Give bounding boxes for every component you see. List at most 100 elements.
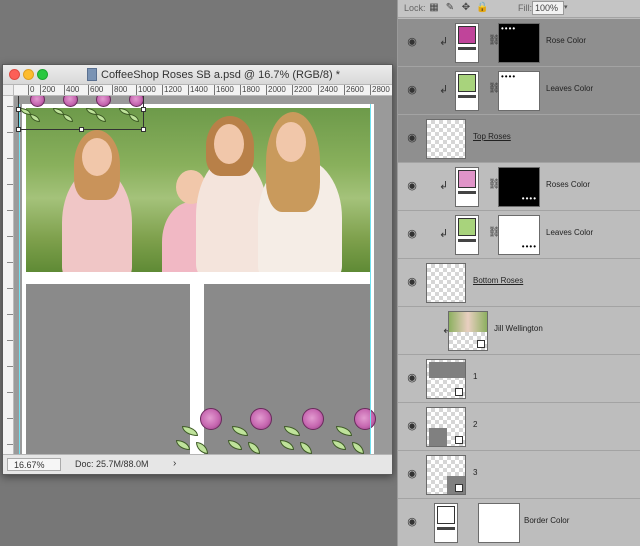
fill-layer-thumbnail[interactable] bbox=[455, 215, 479, 255]
shape-badge-icon bbox=[455, 484, 463, 492]
ruler-label: 1600 bbox=[214, 85, 234, 95]
layer-row-shape-2[interactable]: ◉ 2 bbox=[398, 403, 640, 451]
color-swatch bbox=[458, 74, 476, 92]
layer-thumbnail[interactable] bbox=[426, 455, 466, 495]
mask-dots: •••• bbox=[501, 24, 517, 33]
ruler-label: 600 bbox=[87, 85, 104, 95]
vertical-ruler[interactable] bbox=[3, 96, 14, 454]
eye-icon[interactable]: ◉ bbox=[406, 84, 418, 96]
rose-bloom bbox=[354, 408, 376, 430]
ruler-tick bbox=[7, 392, 13, 393]
eye-icon[interactable]: ◉ bbox=[406, 372, 418, 384]
transform-bounding-box[interactable] bbox=[16, 96, 146, 132]
layer-name: Roses Color bbox=[546, 180, 591, 189]
fill-layer-thumbnail[interactable] bbox=[455, 71, 479, 111]
transform-handle[interactable] bbox=[141, 107, 146, 112]
guide-line[interactable] bbox=[370, 104, 371, 454]
layer-mask-thumbnail[interactable]: •••• bbox=[498, 23, 540, 63]
eye-icon[interactable]: ◉ bbox=[406, 228, 418, 240]
fill-layer-thumbnail[interactable] bbox=[455, 167, 479, 207]
eye-icon[interactable]: ◉ bbox=[406, 516, 418, 528]
layer-thumbnail[interactable] bbox=[426, 263, 466, 303]
layer-name: Rose Color bbox=[546, 36, 587, 45]
transform-handle[interactable] bbox=[79, 127, 84, 132]
zoom-level-field[interactable]: 16.67% bbox=[7, 458, 61, 471]
eye-icon[interactable]: ◉ bbox=[406, 36, 418, 48]
photo-layer-thumbnail[interactable] bbox=[448, 311, 488, 351]
document-window[interactable]: CoffeeShop Roses SB a.psd @ 16.7% (RGB/8… bbox=[2, 64, 393, 475]
layer-mask-thumbnail[interactable] bbox=[478, 503, 520, 543]
rose-leaf bbox=[182, 426, 198, 436]
rose-leaf bbox=[336, 426, 352, 436]
scrapbook-page[interactable] bbox=[19, 104, 376, 454]
layers-panel[interactable]: Lock: ▦ ✎ ✥ 🔒 Fill: 100% ▾ ◉ ↲ ⛓ •••• Ro… bbox=[397, 0, 640, 546]
document-size-info[interactable]: Doc: 25.7M/88.0M bbox=[75, 459, 149, 469]
close-window-button[interactable] bbox=[9, 69, 20, 80]
layer-row-rose-color[interactable]: ◉ ↲ ⛓ •••• Rose Color bbox=[398, 19, 640, 67]
layer-row-jill-wellington[interactable]: ↲ Jill Wellington bbox=[398, 307, 640, 355]
layer-thumbnail[interactable] bbox=[426, 359, 466, 399]
rose-ornament bbox=[278, 402, 330, 454]
transform-handle[interactable] bbox=[16, 107, 21, 112]
layer-thumbnail[interactable] bbox=[426, 407, 466, 447]
fill-label: Fill: bbox=[518, 3, 532, 13]
ruler-label: 0 bbox=[27, 85, 35, 95]
ruler-tick bbox=[7, 314, 13, 315]
ruler-label: 1400 bbox=[188, 85, 208, 95]
brush-lock-icon[interactable]: ✎ bbox=[444, 2, 456, 14]
fill-opacity-input[interactable]: 100% bbox=[532, 1, 564, 15]
layer-mask-thumbnail[interactable]: •••• bbox=[498, 167, 540, 207]
transform-handle[interactable] bbox=[16, 127, 21, 132]
fill-layer-thumbnail[interactable] bbox=[455, 23, 479, 63]
horizontal-ruler[interactable]: 0 200 400 600 800 1000 1200 1400 1600 18… bbox=[14, 85, 392, 96]
layer-row-leaves-color-2[interactable]: ◉ ↲ ⛓ •••• Leaves Color bbox=[398, 211, 640, 259]
layer-row-shape-3[interactable]: ◉ 3 bbox=[398, 451, 640, 499]
layer-row-bottom-roses[interactable]: ◉ Bottom Roses bbox=[398, 259, 640, 307]
shape-preview bbox=[429, 428, 447, 446]
thumbnail-bar bbox=[458, 191, 476, 194]
transparency-lock-icon[interactable]: ▦ bbox=[428, 2, 440, 14]
ruler-tick bbox=[7, 158, 13, 159]
transform-handle[interactable] bbox=[141, 127, 146, 132]
zoom-window-button[interactable] bbox=[37, 69, 48, 80]
layer-thumbnail[interactable] bbox=[426, 119, 466, 159]
layer-mask-thumbnail[interactable]: •••• bbox=[498, 215, 540, 255]
ruler-label: 2000 bbox=[266, 85, 286, 95]
status-menu-arrow[interactable]: › bbox=[173, 458, 176, 469]
layer-mask-thumbnail[interactable]: •••• bbox=[498, 71, 540, 111]
layer-row-top-roses[interactable]: ◉ Top Roses bbox=[398, 115, 640, 163]
color-swatch bbox=[458, 26, 476, 44]
layer-row-shape-1[interactable]: ◉ 1 bbox=[398, 355, 640, 403]
eye-icon[interactable]: ◉ bbox=[406, 468, 418, 480]
eye-icon[interactable]: ◉ bbox=[406, 276, 418, 288]
ruler-label: 200 bbox=[39, 85, 56, 95]
layer-row-leaves-color[interactable]: ◉ ↲ ⛓ •••• Leaves Color bbox=[398, 67, 640, 115]
document-titlebar[interactable]: CoffeeShop Roses SB a.psd @ 16.7% (RGB/8… bbox=[3, 65, 392, 85]
ruler-origin[interactable] bbox=[3, 85, 14, 96]
move-lock-icon[interactable]: ✥ bbox=[460, 2, 472, 14]
ruler-tick bbox=[7, 262, 13, 263]
ruler-label: 400 bbox=[63, 85, 80, 95]
bottom-roses-strip[interactable] bbox=[174, 402, 378, 454]
fill-layer-thumbnail[interactable] bbox=[434, 503, 458, 543]
padlock-icon[interactable]: 🔒 bbox=[476, 2, 488, 14]
photo-frame-1[interactable] bbox=[26, 284, 190, 454]
guide-line[interactable] bbox=[19, 104, 20, 454]
minimize-window-button[interactable] bbox=[23, 69, 34, 80]
eye-icon[interactable]: ◉ bbox=[406, 180, 418, 192]
layer-name: Leaves Color bbox=[546, 228, 594, 237]
rose-ornament bbox=[174, 402, 226, 454]
shape-badge-icon bbox=[455, 388, 463, 396]
layer-row-border-color[interactable]: ◉ Border Color bbox=[398, 499, 640, 546]
canvas-area[interactable] bbox=[14, 96, 392, 454]
family-photo[interactable] bbox=[26, 108, 370, 272]
rose-bloom bbox=[250, 408, 272, 430]
eye-icon[interactable]: ◉ bbox=[406, 420, 418, 432]
thumbnail-bar bbox=[458, 47, 476, 50]
chevron-down-icon[interactable]: ▾ bbox=[564, 1, 572, 15]
layer-name: Border Color bbox=[524, 516, 570, 525]
document-title: CoffeeShop Roses SB a.psd @ 16.7% (RGB/8… bbox=[101, 69, 341, 81]
eye-icon[interactable]: ◉ bbox=[406, 132, 418, 144]
layer-row-roses-color[interactable]: ◉ ↲ ⛓ •••• Roses Color bbox=[398, 163, 640, 211]
photo-preview bbox=[449, 312, 487, 332]
